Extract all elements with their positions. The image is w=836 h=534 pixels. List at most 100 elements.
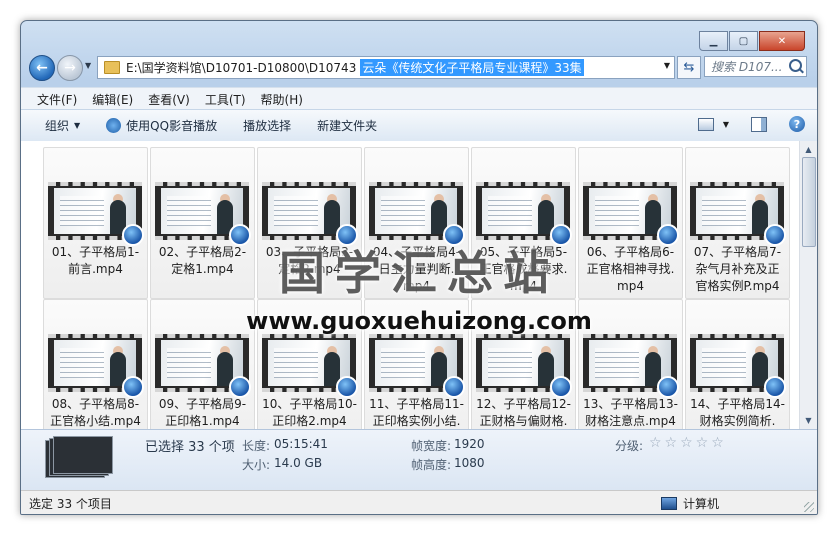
file-item[interactable]: 11、子平格局11- 正印格实例小结. xyxy=(364,299,469,429)
qq-player-badge-icon xyxy=(764,224,786,246)
frame-width-label: 帧宽度: xyxy=(411,439,452,453)
back-arrow-icon: ← xyxy=(36,60,48,76)
menu-edit[interactable]: 编辑(E) xyxy=(92,91,133,108)
minimize-button[interactable]: ▁ xyxy=(699,31,728,51)
file-item[interactable]: 03、子平格局3- 定格2.mp4 xyxy=(257,147,362,299)
length-label: 长度: xyxy=(242,439,271,453)
preview-pane-icon[interactable] xyxy=(751,116,767,132)
video-thumbnail xyxy=(690,334,786,398)
address-row: ← → ▼ E:\国学资料馆\D10701-D10800\D10743 云朵《传… xyxy=(21,53,817,85)
search-icon[interactable] xyxy=(789,59,802,72)
file-item[interactable]: 05、子平格局5- 正官格成格要求. mp4 xyxy=(471,147,576,299)
status-location: 计算机 xyxy=(661,495,719,512)
video-thumbnail xyxy=(155,334,251,398)
file-list: 01、子平格局1- 前言.mp4 02、子平格局2- 定格1.mp4 03、子平格局… xyxy=(21,141,817,429)
file-item[interactable]: 07、子平格局7- 杂气月补充及正 官格实例P.mp4 xyxy=(685,147,790,299)
qq-player-badge-icon xyxy=(229,376,251,398)
file-name: 02、子平格局2- 定格1.mp4 xyxy=(158,245,247,276)
qq-player-badge-icon xyxy=(336,224,358,246)
play-with-qq-button[interactable]: 使用QQ影音播放 xyxy=(106,117,217,134)
video-thumbnail xyxy=(48,334,144,398)
whiteboard xyxy=(595,196,639,226)
organize-button[interactable]: 组织 ▼ xyxy=(45,117,80,134)
rating-stars[interactable]: ☆☆☆☆☆ xyxy=(649,435,727,451)
scroll-down-icon[interactable]: ▼ xyxy=(802,414,815,427)
computer-icon xyxy=(661,496,677,510)
video-thumbnail xyxy=(476,334,572,398)
qq-player-badge-icon xyxy=(122,224,144,246)
resize-grip[interactable] xyxy=(804,502,814,512)
whiteboard xyxy=(60,196,104,226)
size-label: 大小: xyxy=(242,458,271,472)
stacked-video-thumbnail xyxy=(45,436,113,478)
video-thumbnail xyxy=(48,182,144,246)
recent-pages-dropdown[interactable]: ▼ xyxy=(85,61,91,70)
rating-label: 分级: xyxy=(615,439,644,453)
scroll-up-icon[interactable]: ▲ xyxy=(802,143,815,156)
video-thumbnail xyxy=(583,182,679,246)
whiteboard xyxy=(167,348,211,378)
video-thumbnail xyxy=(262,334,358,398)
file-name: 13、子平格局13- 财格注意点.mp4 xyxy=(583,397,678,428)
folder-icon xyxy=(104,61,120,74)
new-folder-button[interactable]: 新建文件夹 xyxy=(317,117,377,134)
whiteboard xyxy=(274,348,318,378)
file-item[interactable]: 13、子平格局13- 财格注意点.mp4 xyxy=(578,299,683,429)
file-name: 11、子平格局11- 正印格实例小结. xyxy=(369,397,464,428)
file-item[interactable]: 09、子平格局9- 正印格1.mp4 xyxy=(150,299,255,429)
file-item[interactable]: 06、子平格局6- 正官格相神寻找. mp4 xyxy=(578,147,683,299)
thumb-layer xyxy=(53,436,113,474)
view-options-chevron-icon[interactable]: ▼ xyxy=(723,120,729,129)
address-path-selected: 云朵《传统文化子平格局专业课程》33集 xyxy=(360,59,584,76)
address-bar[interactable]: E:\国学资料馆\D10701-D10800\D10743 云朵《传统文化子平格… xyxy=(97,56,675,79)
file-name: 14、子平格局14- 财格实例简析. xyxy=(690,397,785,428)
length-value: 05:15:41 xyxy=(274,437,328,451)
whiteboard xyxy=(702,196,746,226)
video-thumbnail xyxy=(155,182,251,246)
file-item[interactable]: 14、子平格局14- 财格实例简析. xyxy=(685,299,790,429)
menu-tools[interactable]: 工具(T) xyxy=(205,91,246,108)
scrollbar-thumb[interactable] xyxy=(802,157,816,247)
file-item[interactable]: 01、子平格局1- 前言.mp4 xyxy=(43,147,148,299)
qq-player-badge-icon xyxy=(336,376,358,398)
maximize-button[interactable]: ▢ xyxy=(729,31,758,51)
help-icon[interactable]: ? xyxy=(789,116,805,132)
whiteboard xyxy=(60,348,104,378)
address-dropdown-icon[interactable]: ▼ xyxy=(664,61,670,70)
close-button[interactable]: ✕ xyxy=(759,31,805,51)
back-button[interactable]: ← xyxy=(29,55,55,81)
frame-width-value: 1920 xyxy=(454,437,485,451)
forward-button[interactable]: → xyxy=(57,55,83,81)
vertical-scrollbar[interactable]: ▲ ▼ xyxy=(799,141,817,429)
change-view-icon[interactable] xyxy=(697,117,714,131)
frame-height-value: 1080 xyxy=(454,456,485,470)
chevron-down-icon: ▼ xyxy=(74,121,81,130)
whiteboard xyxy=(274,196,318,226)
menu-view[interactable]: 查看(V) xyxy=(148,91,190,108)
command-bar: 组织 ▼ 使用QQ影音播放 播放选择 新建文件夹 ▼ ? xyxy=(21,109,817,142)
status-selection-text: 选定 33 个项目 xyxy=(29,496,112,511)
file-item[interactable]: 04、子平格局4- 日主力量判断. mp4 xyxy=(364,147,469,299)
file-name: 01、子平格局1- 前言.mp4 xyxy=(51,245,140,276)
refresh-button[interactable]: ⇆ xyxy=(677,56,701,79)
file-item[interactable]: 08、子平格局8- 正官格小结.mp4 xyxy=(43,299,148,429)
qq-player-badge-icon xyxy=(550,376,572,398)
file-item[interactable]: 12、子平格局12- 正财格与偏财格. xyxy=(471,299,576,429)
video-thumbnail xyxy=(369,334,465,398)
menu-file[interactable]: 文件(F) xyxy=(37,91,77,108)
new-folder-label: 新建文件夹 xyxy=(317,119,378,133)
play-selection-button[interactable]: 播放选择 xyxy=(243,117,291,134)
video-thumbnail xyxy=(583,334,679,398)
explorer-window: ▁ ▢ ✕ ← → ▼ E:\国学资料馆\D10701-D10800\D1074… xyxy=(20,20,818,515)
size-value: 14.0 GB xyxy=(274,456,323,470)
search-input[interactable]: 搜索 D107... xyxy=(704,56,807,77)
status-bar: 选定 33 个项目 计算机 xyxy=(21,490,817,514)
menu-help[interactable]: 帮助(H) xyxy=(261,91,303,108)
video-thumbnail xyxy=(262,182,358,246)
video-thumbnail xyxy=(369,182,465,246)
forward-arrow-icon: → xyxy=(64,60,76,76)
file-name: 08、子平格局8- 正官格小结.mp4 xyxy=(50,397,141,428)
file-item[interactable]: 02、子平格局2- 定格1.mp4 xyxy=(150,147,255,299)
file-item[interactable]: 10、子平格局10- 正印格2.mp4 xyxy=(257,299,362,429)
caption-buttons: ▁ ▢ ✕ xyxy=(698,31,805,51)
